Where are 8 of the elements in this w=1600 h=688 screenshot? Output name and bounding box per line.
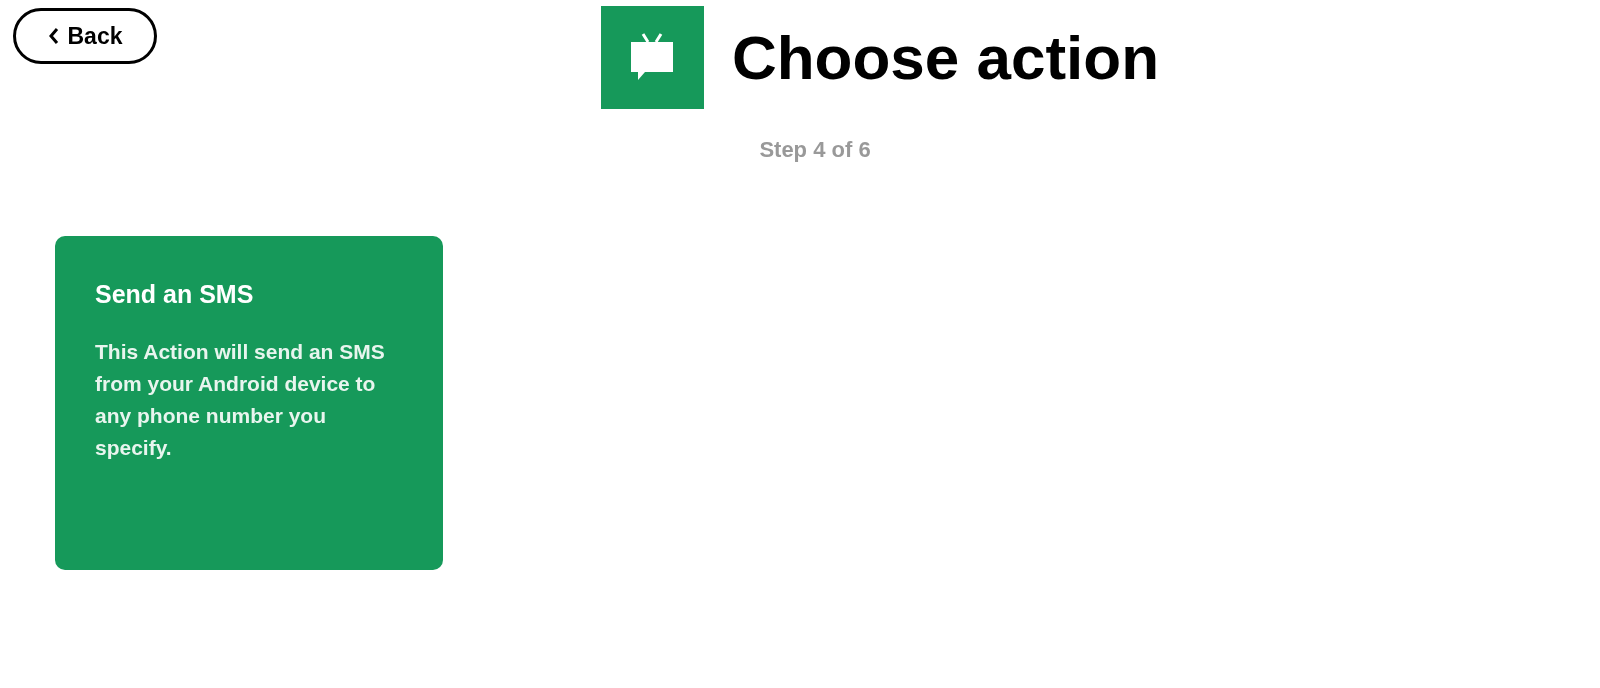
action-description: This Action will send an SMS from your Android device to any phone number you specify. (95, 338, 386, 461)
step-indicator: Step 4 of 6 (759, 136, 871, 164)
chevron-left-icon (47, 27, 60, 45)
action-title: Send an SMS (95, 279, 255, 310)
action-card[interactable]: Send an SMS This Action will send an SMS from your Android device to any phone number you specify. (55, 236, 443, 570)
back-button[interactable]: Back (13, 8, 157, 64)
page-title: Choose action (731, 26, 1160, 89)
app-icon (600, 6, 704, 109)
